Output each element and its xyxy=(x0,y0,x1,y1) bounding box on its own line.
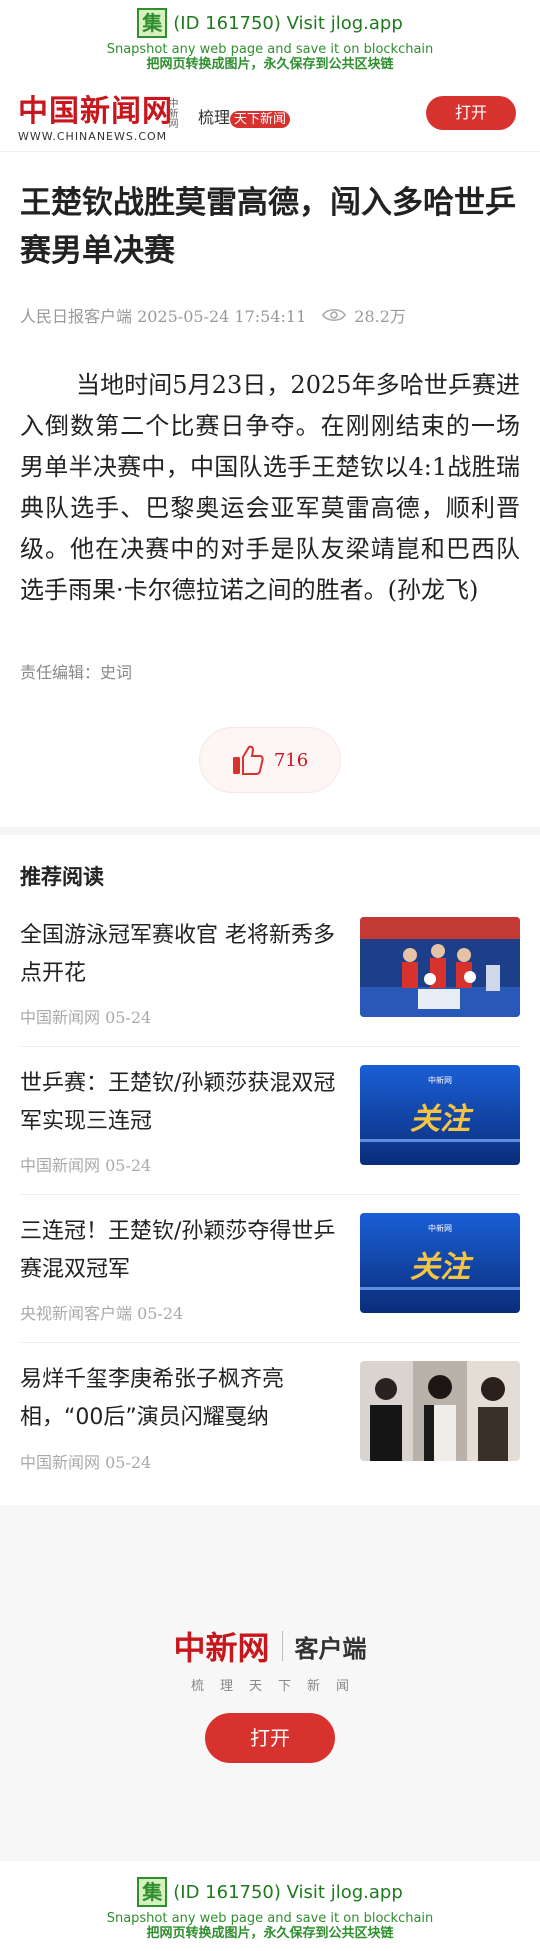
app-promo: 中新网 客户端 梳理天下新闻 打开 xyxy=(0,1505,540,1861)
promo-open-button[interactable]: 打开 xyxy=(205,1713,335,1763)
promo-separator xyxy=(281,1631,283,1661)
card-logo: 中新网 xyxy=(428,1075,452,1085)
jlog-tagline-en: Snapshot any web page and save it on blo… xyxy=(106,42,434,57)
site-header: 中国新闻网 中新网 WWW.CHINANEWS.COM 梳理 天下新闻 打开 xyxy=(0,82,540,152)
recommended-item[interactable]: 三连冠！王楚钦/孙颖莎夺得世乒赛混双冠军 央视新闻客户端 05-24 中新网 关… xyxy=(20,1195,520,1343)
recommended-source: 中国新闻网 05-24 xyxy=(20,1156,152,1175)
site-logo[interactable]: 中国新闻网 中新网 WWW.CHINANEWS.COM xyxy=(18,94,177,144)
slogan-prefix: 梳理 xyxy=(198,108,231,127)
article: 王楚钦战胜莫雷高德，闯入多哈世乒赛男单决赛 人民日报客户端 2025-05-24… xyxy=(0,179,540,793)
promo-subtitle: 梳理天下新闻 xyxy=(190,1679,365,1694)
card-logo: 中新网 xyxy=(428,1223,452,1233)
like-button[interactable]: 716 xyxy=(199,727,341,793)
recommended-item[interactable]: 易烊千玺李庚希张子枫齐亮相，“00后”演员闪耀戛纳 中国新闻网 05-24 xyxy=(20,1343,520,1491)
like-count: 716 xyxy=(273,749,309,771)
recommended-source: 中国新闻网 05-24 xyxy=(20,1453,152,1472)
card-label: 关注 xyxy=(410,1250,474,1285)
article-editor: 责任编辑：史词 xyxy=(20,663,133,682)
jlog-logo-icon: 集 xyxy=(137,1877,168,1907)
recommended-item[interactable]: 世乒赛：王楚钦/孙颖莎获混双冠军实现三连冠 中国新闻网 05-24 中新网 关注 xyxy=(20,1047,520,1195)
recommended-headline: 世乒赛：王楚钦/孙颖莎获混双冠军实现三连冠 xyxy=(20,1071,336,1134)
recommended-heading: 推荐阅读 xyxy=(20,865,104,889)
people-photo-thumbnail xyxy=(360,1361,520,1461)
guanzhu-thumbnail: 中新网 关注 xyxy=(360,1213,520,1313)
podium-photo-thumbnail xyxy=(360,917,520,1017)
logo-side-text: 中新网 xyxy=(166,98,177,128)
article-meta: 人民日报客户端 2025-05-24 17:54:11 28.2万 xyxy=(20,303,520,327)
article-source: 人民日报客户端 2025-05-24 17:54:11 xyxy=(20,307,307,326)
open-app-button[interactable]: 打开 xyxy=(426,96,516,130)
jlog-tagline-en: Snapshot any web page and save it on blo… xyxy=(106,1911,434,1926)
recommended-item[interactable]: 全国游泳冠军赛收官 老将新秀多点开花 中国新闻网 05-24 xyxy=(20,899,520,1047)
recommended-source: 中国新闻网 05-24 xyxy=(20,1008,152,1027)
card-label: 关注 xyxy=(410,1102,474,1137)
recommended-headline: 三连冠！王楚钦/孙颖莎夺得世乒赛混双冠军 xyxy=(20,1219,336,1282)
eye-icon xyxy=(322,308,347,322)
article-title: 王楚钦战胜莫雷高德，闯入多哈世乒赛男单决赛 xyxy=(20,185,516,269)
guanzhu-thumbnail: 中新网 关注 xyxy=(360,1065,520,1165)
recommended-source: 央视新闻客户端 05-24 xyxy=(20,1304,184,1323)
promo-logo: 中新网 客户端 xyxy=(0,1623,540,1669)
logo-url: WWW.CHINANEWS.COM xyxy=(18,130,168,143)
recommended-headline: 全国游泳冠军赛收官 老将新秀多点开花 xyxy=(20,923,335,986)
recommended-section: 推荐阅读 全国游泳冠军赛收官 老将新秀多点开花 中国新闻网 05-24 世乒赛：… xyxy=(0,861,540,1491)
section-divider xyxy=(0,827,540,835)
thumbs-up-icon xyxy=(232,745,264,775)
jlog-id-link[interactable]: (ID 161750) Visit jlog.app xyxy=(173,1882,403,1903)
jlog-tagline-cn: 把网页转换成图片，永久保存到公共区块链 xyxy=(146,1926,394,1941)
slogan-badge: 天下新闻 xyxy=(230,111,291,128)
logo-text: 中国新闻网 xyxy=(18,94,173,129)
promo-app-label: 客户端 xyxy=(294,1634,367,1663)
jlog-banner-bottom: 集 (ID 161750) Visit jlog.app Snapshot an… xyxy=(0,1869,540,1951)
jlog-tagline-cn: 把网页转换成图片，永久保存到公共区块链 xyxy=(146,57,394,72)
header-slogan: 梳理 天下新闻 xyxy=(198,104,291,128)
view-count: 28.2万 xyxy=(354,307,406,326)
jlog-banner: 集 (ID 161750) Visit jlog.app Snapshot an… xyxy=(0,0,540,82)
recommended-headline: 易烊千玺李庚希张子枫齐亮相，“00后”演员闪耀戛纳 xyxy=(20,1367,285,1430)
jlog-logo-icon: 集 xyxy=(137,8,168,38)
jlog-id-link[interactable]: (ID 161750) Visit jlog.app xyxy=(173,13,403,34)
article-body: 当地时间5月23日，2025年多哈世乒赛进入倒数第二个比赛日争夺。在刚刚结束的一… xyxy=(20,371,520,604)
promo-logo-text: 中新网 xyxy=(173,1629,270,1667)
